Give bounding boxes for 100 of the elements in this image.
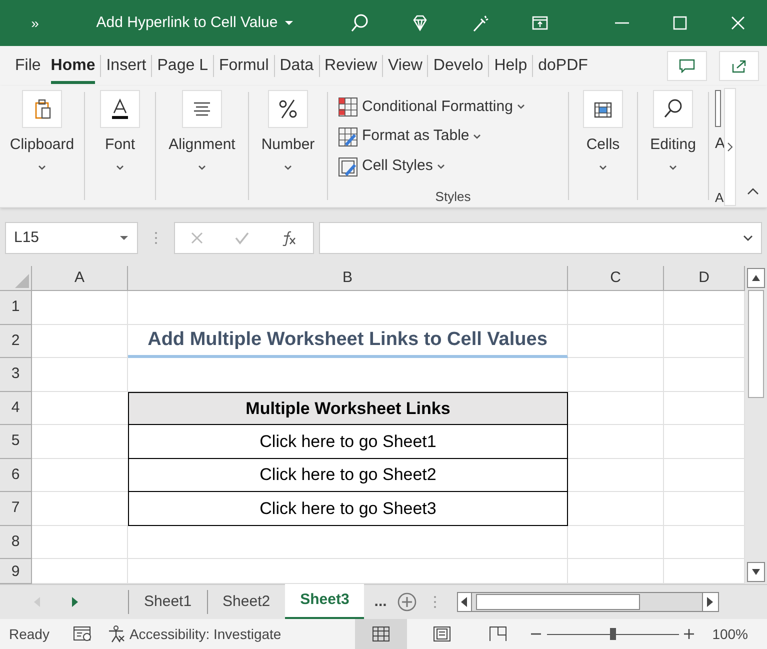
grid-cell[interactable] [568,492,664,526]
sheet-tab[interactable]: Sheet2 [208,584,286,620]
row-header[interactable]: 7 [0,492,32,526]
search-icon[interactable] [350,13,370,33]
ribbon-tab[interactable]: Data [274,52,319,80]
page-break-icon [489,626,508,642]
grid-cell[interactable] [568,425,664,458]
ribbon-group-button[interactable]: Number [249,90,327,207]
ribbon-tab[interactable]: doPDF [533,52,593,80]
horizontal-scrollbar[interactable] [456,592,719,612]
sheet-tab[interactable]: Sheet3 [285,584,364,619]
row-header[interactable]: 1 [0,291,32,324]
conditional-formatting-icon [338,96,358,117]
ribbon-scroll-button[interactable] [724,88,736,206]
scroll-down-icon [752,569,760,575]
ribbon-tab[interactable]: Formul [214,52,274,80]
function-icon [280,230,298,246]
comment-icon [679,59,695,73]
caret-icon [668,162,678,172]
caret-icon [598,162,608,172]
scroll-up-icon [752,275,760,281]
zoom-slider[interactable] [547,629,680,639]
page-layout-icon [433,626,452,642]
column-header[interactable]: A [32,266,128,290]
ribbon-group-button[interactable]: Editing [638,90,708,207]
grid-cell[interactable] [32,526,128,559]
normal-view-icon [372,626,390,642]
share-icon [731,59,747,73]
group-label: Styles [435,188,471,206]
accessibility-icon [107,625,126,643]
ribbon-tab[interactable]: Review [320,52,382,80]
caret-icon [283,162,293,172]
cancel-icon [190,231,204,245]
grid-cell[interactable] [32,358,128,392]
row-header[interactable]: 9 [0,559,32,584]
ribbon-tab[interactable]: File [10,52,46,80]
share-button[interactable] [719,51,759,81]
ribbon-group-button[interactable]: Font [85,90,155,207]
more-sheets-button[interactable]: ... [374,590,387,614]
grid-cell[interactable] [568,358,664,392]
grid-cell[interactable] [568,324,664,358]
styles-menu-button[interactable]: Format as Table [338,122,482,152]
grid-cell[interactable] [128,291,568,324]
styles-menu-button[interactable]: Conditional Formatting [338,92,526,122]
ribbon-group-button[interactable]: Clipboard [0,90,84,207]
caret-icon [119,233,129,243]
caret-icon [37,162,47,172]
hyperlink-cell[interactable]: Click here to go Sheet1 [128,425,568,458]
ribbon-tab[interactable]: Insert [101,52,152,80]
grid-cell[interactable] [568,291,664,324]
select-all-icon [15,274,29,288]
row-header[interactable]: 4 [0,392,32,425]
ribbon-tab[interactable]: Page L [152,52,213,80]
ribbon-tab[interactable]: Develo [428,52,488,80]
row-header[interactable]: 6 [0,458,32,492]
check-icon [234,231,250,245]
zoom-in-icon [684,629,694,639]
name-box[interactable]: L15 [5,222,138,254]
formula-input[interactable] [319,222,762,254]
column-header[interactable]: C [568,266,664,290]
accessibility-button[interactable]: Accessibility: Investigate [107,624,282,644]
ribbon-tab[interactable]: View [383,52,428,80]
zoom-slider-thumb[interactable] [610,628,616,640]
scrollbar-thumb[interactable] [748,290,764,398]
grid-cell[interactable] [568,526,664,559]
row-header[interactable]: 8 [0,526,32,559]
grid-cell[interactable] [32,291,128,324]
ribbon-tab[interactable]: Help [489,52,532,80]
row-header[interactable]: 5 [0,425,32,458]
grip-icon [154,231,158,245]
ribbon-group-button[interactable]: Alignment [156,90,248,207]
table-brush-icon [338,126,358,147]
caret-icon [197,162,207,172]
vertical-scrollbar[interactable] [745,266,767,584]
collapse-ribbon-icon [747,187,759,195]
grid-cell[interactable] [568,458,664,492]
comments-button[interactable] [667,51,707,81]
status-text: Ready [9,624,50,644]
scroll-right-icon [707,597,714,607]
grid-cell[interactable] [568,392,664,425]
grid-cell[interactable] [32,324,128,358]
quick-access-button[interactable]: » [0,13,70,33]
styles-menu-button[interactable]: Cell Styles [338,152,446,182]
scroll-left-icon [34,597,40,607]
hyperlink-cell[interactable]: Click here to go Sheet3 [128,492,568,526]
grid-cell[interactable] [128,526,568,559]
cell-brush-icon [338,156,358,177]
row-header[interactable]: 3 [0,358,32,392]
hyperlink-cell[interactable]: Click here to go Sheet2 [128,458,568,492]
row-header[interactable]: 2 [0,324,32,358]
column-header[interactable]: B [128,266,568,290]
grip-icon [432,595,437,609]
caret-icon [284,18,294,28]
group-label: A [715,188,725,206]
sheet-tab[interactable]: Sheet1 [129,584,207,620]
chevron-down-icon [743,233,753,243]
ribbon-group-button[interactable]: Cells [569,90,637,207]
scroll-right-icon [72,597,78,607]
sheet-title-cell: Add Multiple Worksheet Links to Cell Values [128,324,568,358]
zoom-level[interactable]: 100% [712,624,748,644]
